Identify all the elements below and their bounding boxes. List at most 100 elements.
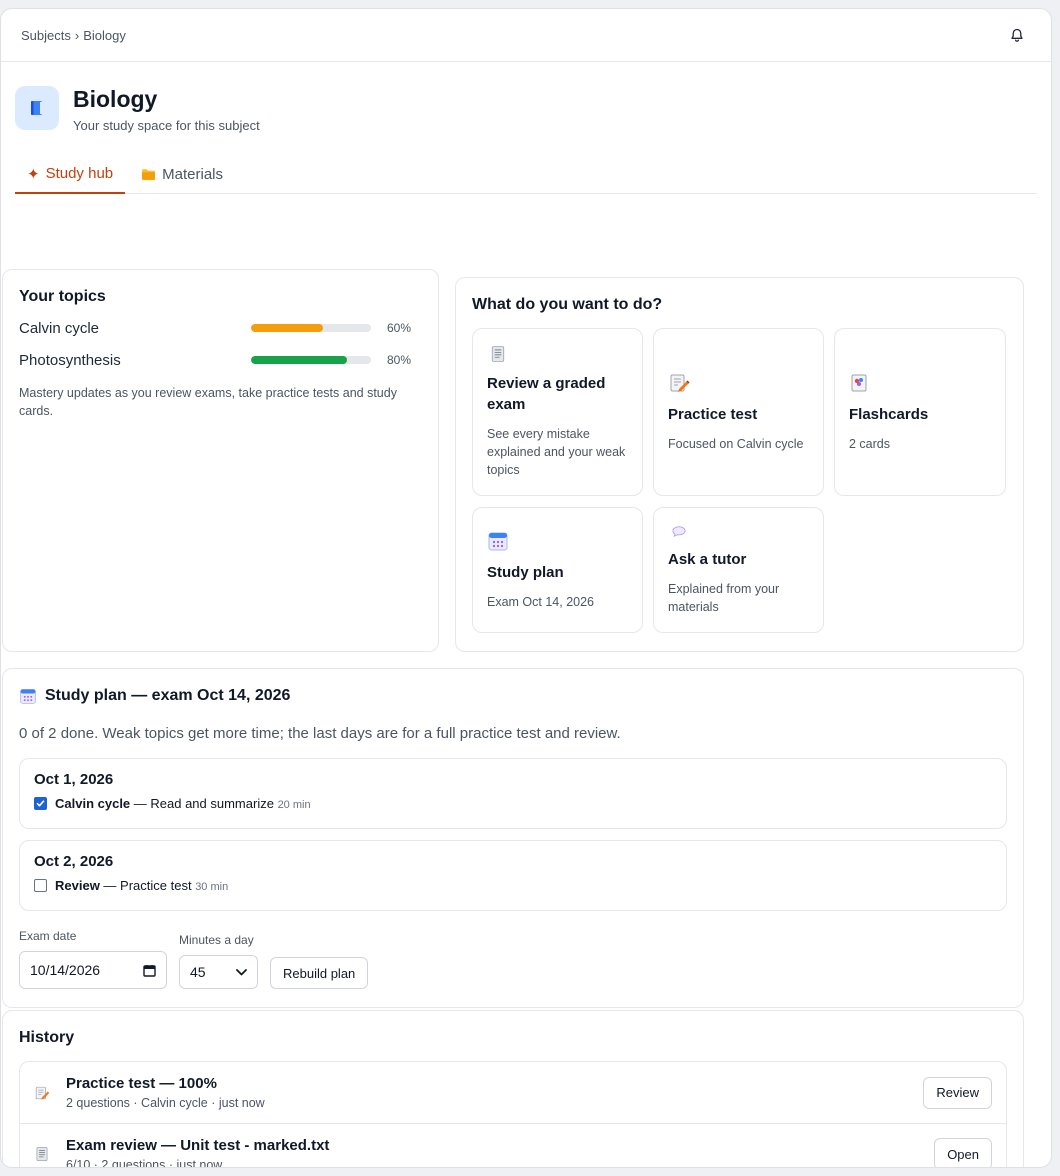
- action-desc: See every mistake explained and your wea…: [487, 427, 626, 477]
- history-item-title: Practice test — 100%: [66, 1075, 217, 1092]
- plan-controls: Exam date 10/14/2026 Minutes a day 45 Re…: [19, 929, 1007, 989]
- tab-materials[interactable]: Materials: [129, 155, 235, 194]
- history-card: History Practice test — 100% 2 questions…: [2, 1010, 1024, 1168]
- review-exam-action[interactable]: Review a graded exam See every mistake e…: [472, 328, 643, 496]
- page-title: Biology: [73, 86, 158, 112]
- task-description: — Read and summarize: [130, 796, 274, 811]
- exam-date-input[interactable]: 10/14/2026: [19, 951, 167, 989]
- minutes-value: 45: [190, 964, 206, 980]
- mastery-fill: [251, 356, 347, 364]
- task-description: — Practice test: [99, 878, 192, 893]
- sparkle-icon: ✦: [27, 165, 40, 183]
- page-subtitle: Your study space for this subject: [73, 118, 260, 133]
- topics-title: Your topics: [19, 288, 106, 305]
- open-button[interactable]: Open: [934, 1138, 992, 1167]
- plan-task: Calvin cycle — Read and summarize 20 min: [34, 796, 992, 811]
- document-icon: [491, 346, 505, 362]
- topic-row: Photosynthesis 80%: [19, 350, 422, 370]
- tab-bar: ✦ Study hub Materials: [15, 155, 1037, 194]
- action-title: Ask a tutor: [668, 551, 747, 568]
- task-checkbox[interactable]: [34, 879, 47, 892]
- breadcrumb-separator: ›: [74, 27, 80, 43]
- task-topic: Calvin cycle: [55, 796, 131, 811]
- book-icon: [31, 101, 42, 115]
- main-content: Biology Your study space for this subjec…: [1, 62, 1051, 1167]
- task-topic: Review: [55, 878, 100, 893]
- calendar-picker-icon[interactable]: [143, 964, 156, 977]
- mastery-percent: 80%: [386, 353, 411, 367]
- mastery-bar: [251, 324, 371, 332]
- action-desc: Exam Oct 14, 2026: [487, 594, 595, 609]
- tab-label: Study hub: [45, 165, 114, 182]
- action-desc: Explained from your materials: [668, 582, 780, 614]
- flashcards-action[interactable]: Flashcards 2 cards: [834, 328, 1006, 496]
- history-item-title: Exam review — Unit test - marked.txt: [66, 1136, 330, 1154]
- topics-note: Mastery updates as you review exams, tak…: [19, 386, 397, 418]
- breadcrumb-current: Biology: [83, 27, 126, 43]
- study-plan-action[interactable]: Study plan Exam Oct 14, 2026: [472, 507, 643, 633]
- plan-header: Study plan — exam Oct 14, 2026: [19, 687, 1007, 705]
- speech-bubble-icon: [672, 526, 686, 537]
- history-title: History: [19, 1029, 75, 1046]
- mastery-fill: [251, 324, 323, 332]
- breadcrumb-root[interactable]: Subjects: [21, 28, 71, 43]
- plan-day: Oct 2, 2026 Review — Practice test 30 mi…: [19, 840, 1007, 911]
- pencil-paper-icon: [670, 374, 690, 392]
- history-item: Exam review — Unit test - marked.txt 6/1…: [20, 1123, 1006, 1168]
- minutes-label: Minutes a day: [179, 933, 254, 947]
- calendar-icon: [20, 689, 36, 704]
- plan-task: Review — Practice test 30 min: [34, 878, 992, 893]
- action-title: Review a graded exam: [487, 375, 606, 413]
- review-button[interactable]: Review: [923, 1076, 992, 1109]
- history-item-meta: 2 questions · Calvin cycle · just now: [66, 1096, 265, 1110]
- action-grid: Review a graded exam See every mistake e…: [472, 328, 1007, 633]
- task-checkbox[interactable]: [34, 797, 47, 810]
- history-list: Practice test — 100% 2 questions · Calvi…: [19, 1061, 1007, 1168]
- ask-tutor-action[interactable]: Ask a tutor Explained from your material…: [653, 507, 824, 633]
- history-item: Practice test — 100% 2 questions · Calvi…: [20, 1062, 1006, 1123]
- exam-date-label: Exam date: [19, 929, 77, 943]
- document-icon: [36, 1147, 48, 1161]
- actions-title: What do you want to do?: [472, 296, 663, 313]
- topic-row: Calvin cycle 60%: [19, 318, 422, 338]
- study-plan-card: Study plan — exam Oct 14, 2026 0 of 2 do…: [2, 668, 1024, 1008]
- action-title: Study plan: [487, 563, 564, 581]
- flashcards-icon: [851, 374, 867, 391]
- action-desc: Focused on Calvin cycle: [668, 436, 804, 451]
- topics-card: Your topics Calvin cycle 60% Photosynthe…: [2, 269, 439, 652]
- task-minutes: 30 min: [195, 881, 229, 893]
- action-title: Practice test: [668, 405, 758, 423]
- app-window: Subjects › Biology Biology Your study sp…: [0, 8, 1052, 1168]
- rebuild-plan-button[interactable]: Rebuild plan: [270, 957, 369, 989]
- action-title: Flashcards: [849, 405, 929, 423]
- history-item-meta: 6/10 · 2 questions · just now: [66, 1157, 223, 1168]
- minutes-select[interactable]: 45: [179, 955, 258, 989]
- practice-test-action[interactable]: Practice test Focused on Calvin cycle: [653, 328, 824, 496]
- notifications-button[interactable]: [1003, 21, 1031, 49]
- calendar-icon: [488, 532, 508, 550]
- tab-label: Materials: [162, 166, 223, 183]
- plan-title: Study plan — exam Oct 14, 2026: [45, 687, 291, 704]
- action-desc: 2 cards: [849, 436, 890, 451]
- pencil-paper-icon: [35, 1086, 50, 1100]
- plan-day: Oct 1, 2026 Calvin cycle — Read and summ…: [19, 758, 1007, 829]
- day-date: Oct 2, 2026: [34, 853, 114, 870]
- task-minutes: 20 min: [277, 799, 311, 811]
- subject-header: Biology Your study space for this subjec…: [15, 62, 1037, 133]
- plan-summary: 0 of 2 done. Weak topics get more time; …: [19, 725, 621, 742]
- actions-card: What do you want to do? Review a graded …: [455, 277, 1024, 652]
- topic-name: Calvin cycle: [19, 319, 100, 337]
- folder-icon: [142, 169, 156, 181]
- mastery-percent: 60%: [386, 321, 411, 335]
- top-bar: Subjects › Biology: [1, 9, 1051, 62]
- mastery-bar: [251, 356, 371, 364]
- topic-name: Photosynthesis: [19, 351, 121, 369]
- subject-icon-tile: [15, 86, 59, 130]
- tab-study-hub[interactable]: ✦ Study hub: [15, 155, 126, 194]
- bell-icon: [1011, 28, 1023, 42]
- chevron-down-icon: [236, 968, 247, 975]
- check-icon: [36, 800, 45, 807]
- breadcrumb: Subjects › Biology: [21, 28, 126, 43]
- day-date: Oct 1, 2026: [34, 771, 114, 788]
- exam-date-value: 10/14/2026: [30, 962, 101, 978]
